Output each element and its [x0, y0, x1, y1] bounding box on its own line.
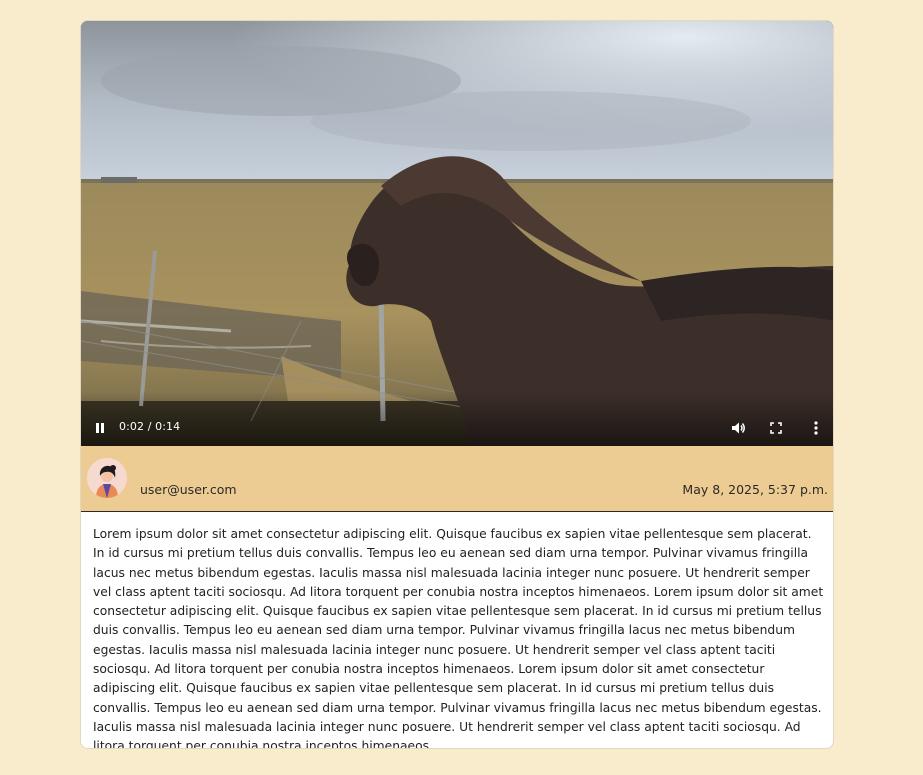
fullscreen-icon[interactable] [766, 418, 786, 438]
avatar[interactable] [87, 458, 127, 498]
volume-icon[interactable] [729, 418, 749, 438]
video-frame [81, 21, 833, 446]
post-body-text: Lorem ipsum dolor sit amet consectetur a… [93, 527, 824, 749]
pause-icon[interactable] [90, 418, 110, 438]
more-vertical-icon[interactable] [806, 418, 826, 438]
video-controls: 0:02 / 0:14 [81, 391, 833, 446]
post-card: 0:02 / 0:14 user@user.com May 8, 2025, 5… [80, 20, 834, 749]
post-meta-bar: user@user.com May 8, 2025, 5:37 p.m. [81, 446, 833, 512]
author-email[interactable]: user@user.com [140, 482, 237, 497]
time-display: 0:02 / 0:14 [119, 420, 181, 433]
video-player[interactable]: 0:02 / 0:14 [81, 21, 833, 446]
post-date: May 8, 2025, 5:37 p.m. [682, 482, 828, 497]
